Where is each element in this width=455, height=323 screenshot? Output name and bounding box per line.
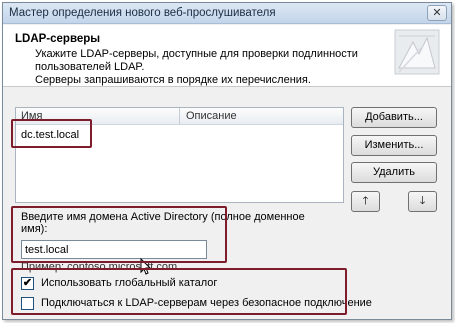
page-description: Укажите LDAP-серверы, доступные для пров… (35, 48, 365, 87)
wizard-dialog: Мастер определения нового веб-прослушива… (2, 2, 452, 320)
delete-button[interactable]: Удалить (351, 162, 437, 183)
wizard-header: LDAP-серверы Укажите LDAP-серверы, досту… (3, 25, 451, 87)
description-line: Серверы запрашиваются в порядке их переч… (35, 74, 311, 86)
domain-label: Введите имя домена Active Directory (пол… (21, 211, 305, 235)
global-catalog-label[interactable]: Использовать глобальный каталог (41, 277, 217, 289)
arrow-down-icon: 🡓 (419, 195, 426, 207)
ldap-server-list[interactable]: Имя Описание dc.test.local (15, 107, 344, 203)
domain-example: Пример: contoso.microsoft.com (21, 261, 178, 273)
column-header-description[interactable]: Описание (186, 110, 237, 122)
close-button[interactable]: ✕ (427, 5, 447, 21)
edit-button[interactable]: Изменить... (351, 135, 437, 156)
server-name-cell: dc.test.local (21, 129, 80, 141)
description-line: пользователей LDAP. (35, 61, 145, 73)
list-header: Имя Описание (16, 108, 343, 125)
secure-connection-checkbox[interactable] (21, 297, 34, 310)
arrow-up-icon: 🡑 (362, 195, 369, 207)
domain-label-line: имя): (21, 223, 48, 235)
global-catalog-checkbox[interactable]: ✔ (21, 277, 34, 290)
table-row[interactable]: dc.test.local (21, 129, 79, 141)
title-bar[interactable]: Мастер определения нового веб-прослушива… (3, 3, 451, 24)
column-header-name[interactable]: Имя (21, 110, 42, 122)
secure-connection-label[interactable]: Подключаться к LDAP-серверам через безоп… (41, 297, 372, 309)
move-up-button[interactable]: 🡑 (351, 191, 380, 212)
domain-name-input[interactable] (21, 240, 207, 259)
window-title: Мастер определения нового веб-прослушива… (9, 7, 276, 19)
add-button[interactable]: Добавить... (351, 107, 437, 128)
domain-label-line: Введите имя домена Active Directory (пол… (21, 211, 305, 223)
mouse-cursor-icon (140, 258, 152, 275)
page-title: LDAP-серверы (15, 33, 101, 45)
move-down-button[interactable]: 🡓 (408, 191, 437, 212)
description-line: Укажите LDAP-серверы, доступные для пров… (35, 48, 358, 60)
close-icon: ✕ (432, 7, 442, 19)
column-divider[interactable] (179, 108, 180, 125)
wizard-graphic-icon (394, 29, 440, 75)
